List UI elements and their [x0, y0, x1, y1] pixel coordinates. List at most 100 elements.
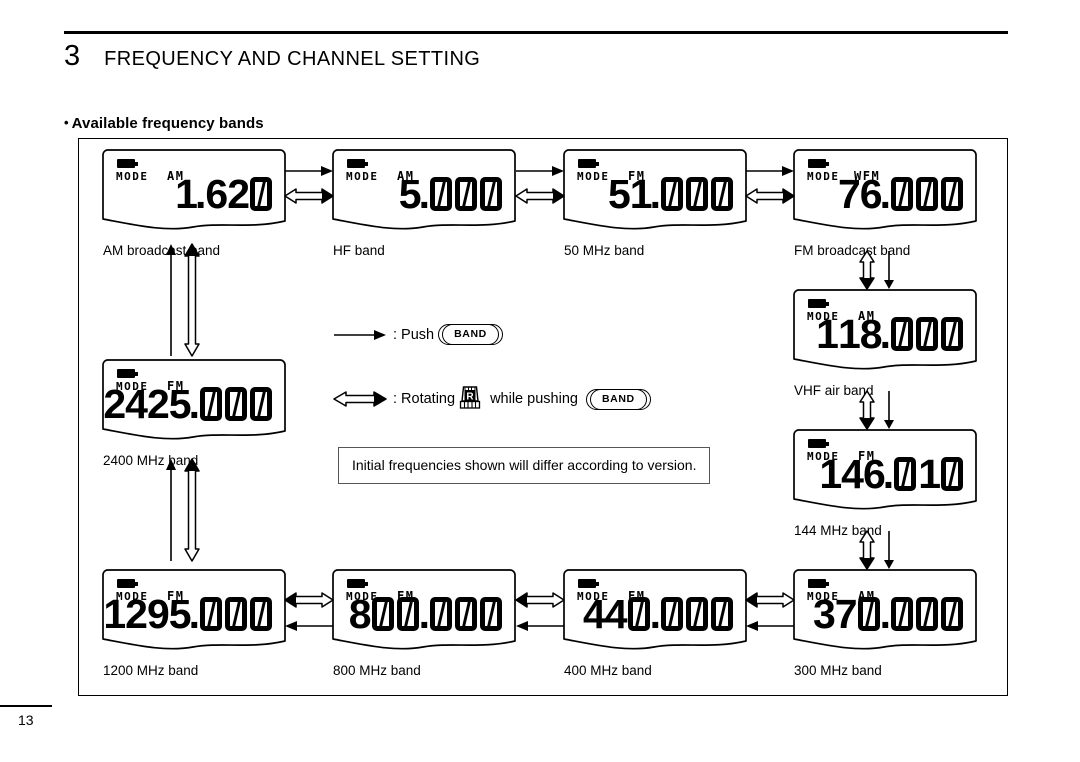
- lcd-digit-zero: [940, 595, 964, 633]
- battery-icon: [117, 159, 138, 168]
- band-button-push[interactable]: BAND: [438, 324, 503, 345]
- lcd-digit-zero: [396, 595, 420, 633]
- lcd-digit: 6: [859, 171, 883, 217]
- lcd-screen-content: MODE AM 1.62: [101, 149, 286, 237]
- lcd-digit: 9: [146, 591, 170, 637]
- lcd-mode-label: MODE: [346, 170, 379, 183]
- lcd-digit-zero: [940, 315, 964, 353]
- lcd-display-400mhz: MODE FM 44. 400 MHz band: [562, 569, 747, 678]
- lcd-frequency: 44.: [583, 593, 735, 635]
- lcd-screen-content: MODE AM 5.: [331, 149, 516, 237]
- section-heading: • Available frequency bands: [64, 115, 264, 132]
- lcd-digit-zero: [429, 175, 453, 213]
- lcd-digit-zero: [249, 175, 273, 213]
- lcd-digit: 7: [834, 591, 858, 637]
- lcd-digit-zero: [429, 595, 453, 633]
- lcd-display-hf: MODE AM 5. HF band: [331, 149, 516, 258]
- lcd-digit-zero: [454, 595, 478, 633]
- lcd-digit-zero: [479, 175, 503, 213]
- lcd-digit: 2: [125, 591, 148, 637]
- lcd-digit-zero: [915, 175, 939, 213]
- band-button-push-label: BAND: [442, 324, 499, 345]
- lcd-digit-zero: [454, 175, 478, 213]
- lcd-digit-zero: [199, 595, 223, 633]
- lcd-frequency: 118.: [816, 311, 965, 357]
- arrow-push-hf-to-50mhz: [516, 165, 564, 177]
- lcd-mode-label: MODE: [577, 170, 610, 183]
- legend-push-row: : Push BAND: [334, 324, 503, 345]
- push-arrow-icon: [334, 329, 386, 340]
- lcd-digit: 6: [862, 451, 886, 497]
- lcd-digit: 1: [918, 451, 941, 497]
- arrow-push-400-to-800: [516, 620, 564, 632]
- lcd-digit: 1: [175, 171, 198, 217]
- lcd-digit: 5: [607, 171, 631, 217]
- page-number: 13: [18, 712, 34, 728]
- lcd-display-800mhz: MODE FM 8. 800 MHz band: [331, 569, 516, 678]
- lcd-caption: 300 MHz band: [794, 663, 882, 678]
- lcd-caption: 1200 MHz band: [103, 663, 199, 678]
- lcd-caption: 800 MHz band: [333, 663, 421, 678]
- arrow-rotate-2400-to-am: [164, 243, 204, 357]
- lcd-screen-content: MODE FM 8.: [331, 569, 516, 657]
- lcd-digit-zero: [660, 595, 684, 633]
- lcd-frequency: 5.: [398, 171, 504, 217]
- lcd-digit-zero: [224, 595, 248, 633]
- lcd-digit-zero: [660, 175, 684, 213]
- lcd-digit-zero: [710, 175, 734, 213]
- arrow-rotate-50mhz-fm: [745, 187, 795, 205]
- lcd-digit: 2: [227, 171, 250, 217]
- chapter-title: FREQUENCY AND CHANNEL SETTING: [104, 48, 481, 70]
- lcd-digit-zero: [710, 595, 734, 633]
- lcd-digit-zero: [199, 385, 223, 423]
- battery-icon: [578, 579, 599, 588]
- lcd-digit-zero: [224, 385, 248, 423]
- battery-icon: [117, 369, 138, 378]
- lcd-frequency: 1295.: [103, 591, 274, 637]
- arrow-rotate-800-1200: [284, 591, 334, 609]
- lcd-screen-content: MODE FM 44.: [562, 569, 747, 657]
- lcd-screen-content: MODE AM 118.: [792, 289, 977, 377]
- lcd-display-144mhz: MODE FM 146.1 144 MHz band: [792, 429, 977, 538]
- lcd-digit-zero: [890, 595, 914, 633]
- available-frequency-bands-figure: MODE AM 1.62 AM broadcast band MODE AM 5…: [78, 138, 1008, 696]
- rotary-dial-icon: R: [455, 384, 485, 414]
- lcd-digit: 5: [398, 171, 422, 217]
- battery-icon: [808, 439, 829, 448]
- lcd-frequency: 76.: [837, 171, 965, 217]
- bullet-icon: •: [64, 115, 69, 130]
- version-note-box: Initial frequencies shown will differ ac…: [338, 447, 711, 484]
- lcd-frequency: 1.62: [175, 171, 274, 217]
- band-button-rotate-label: BAND: [589, 388, 647, 410]
- lcd-digit: 2: [146, 381, 170, 427]
- lcd-frequency: 8.: [349, 593, 504, 635]
- legend-rotate-suffix: while pushing: [490, 391, 578, 407]
- lcd-digit: 2: [103, 381, 126, 427]
- lcd-display-2400mhz: MODE FM 2425. 2400 MHz band: [101, 359, 286, 468]
- battery-icon: [347, 159, 368, 168]
- lcd-display-50mhz: MODE FM 51. 50 MHz band: [562, 149, 747, 258]
- band-button-rotate[interactable]: BAND: [585, 388, 651, 410]
- dial-letter: R: [466, 391, 474, 402]
- battery-icon: [808, 579, 829, 588]
- battery-icon: [808, 159, 829, 168]
- lcd-digit: 5: [168, 381, 192, 427]
- section-title: Available frequency bands: [71, 115, 264, 132]
- lcd-digit-zero: [915, 315, 939, 353]
- lcd-digit: 1: [816, 311, 839, 357]
- lcd-digit-zero: [479, 595, 503, 633]
- lcd-digit: 7: [837, 171, 861, 217]
- lcd-digit-zero: [685, 595, 709, 633]
- lcd-display-300mhz: MODE AM 37. 300 MHz band: [792, 569, 977, 678]
- manual-page: 3 FREQUENCY AND CHANNEL SETTING • Availab…: [0, 0, 1080, 762]
- arrow-rotate-vhf-to-144: [858, 390, 898, 430]
- lcd-digit-zero: [915, 595, 939, 633]
- lcd-digit: 8: [859, 311, 883, 357]
- arrow-rotate-hf-50mhz: [515, 187, 565, 205]
- arrow-rotate-300-400: [745, 591, 795, 609]
- lcd-screen-content: MODE FM 51.: [562, 149, 747, 237]
- rotate-arrow-icon: [333, 391, 387, 407]
- header-rule: [64, 31, 1008, 34]
- chapter-number: 3: [64, 40, 81, 72]
- lcd-display-am-broadcast: MODE AM 1.62 AM broadcast band: [101, 149, 286, 258]
